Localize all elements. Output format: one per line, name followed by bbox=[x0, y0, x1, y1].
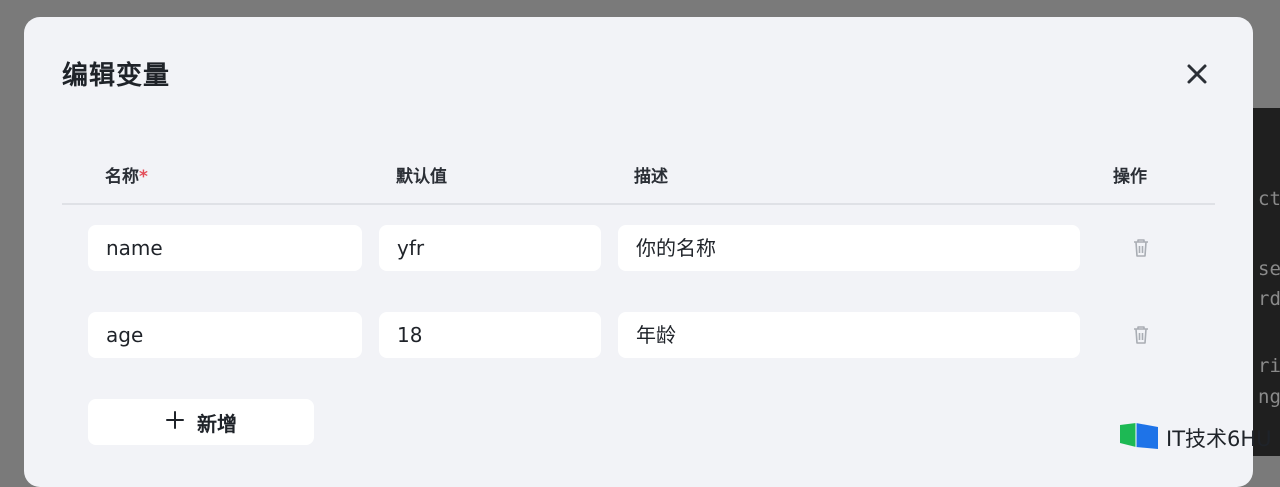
header-divider bbox=[62, 203, 1215, 205]
column-header-description: 描述 bbox=[634, 167, 668, 187]
variable-default-input[interactable]: yfr bbox=[379, 225, 601, 271]
column-header-action: 操作 bbox=[1113, 167, 1147, 187]
trash-icon[interactable] bbox=[1132, 325, 1150, 345]
required-mark: * bbox=[139, 167, 148, 187]
code-line: ng; bbox=[1258, 386, 1280, 408]
background-code-editor: cti se rd_ ri ng; bbox=[1252, 108, 1280, 456]
code-line: cti bbox=[1258, 188, 1280, 210]
trash-icon[interactable] bbox=[1132, 238, 1150, 258]
watermark-logo-icon bbox=[1118, 421, 1160, 456]
add-variable-label: 新增 bbox=[197, 411, 237, 436]
code-line: rd_ bbox=[1258, 288, 1280, 310]
variable-description-input[interactable]: 年龄 bbox=[618, 312, 1080, 358]
variable-name-input[interactable]: age bbox=[88, 312, 362, 358]
column-header-default: 默认值 bbox=[396, 167, 447, 187]
code-line: ri bbox=[1258, 355, 1280, 377]
watermark-text: IT技术6HU bbox=[1166, 427, 1272, 451]
close-icon[interactable] bbox=[1182, 59, 1212, 89]
code-line: se bbox=[1258, 258, 1280, 280]
variable-name-input[interactable]: name bbox=[88, 225, 362, 271]
add-variable-button[interactable]: 新增 bbox=[88, 399, 314, 445]
column-header-name: 名称* bbox=[105, 162, 148, 187]
variable-default-input[interactable]: 18 bbox=[379, 312, 601, 358]
edit-variables-dialog: 编辑变量 名称* 默认值 描述 操作 name yfr 你的名称 age 18 … bbox=[24, 17, 1253, 487]
plus-icon bbox=[165, 410, 185, 435]
variable-description-input[interactable]: 你的名称 bbox=[618, 225, 1080, 271]
dialog-title: 编辑变量 bbox=[62, 61, 171, 91]
watermark: IT技术6HU bbox=[1118, 420, 1280, 456]
column-header-name-label: 名称 bbox=[105, 167, 139, 187]
